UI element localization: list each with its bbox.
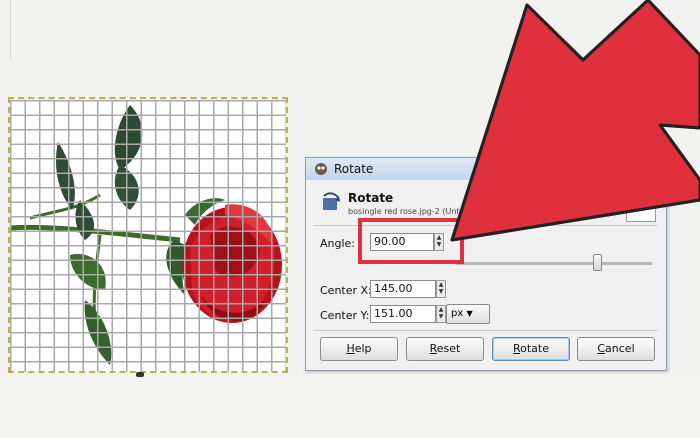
- pointer-arrow-icon: [450, 0, 700, 242]
